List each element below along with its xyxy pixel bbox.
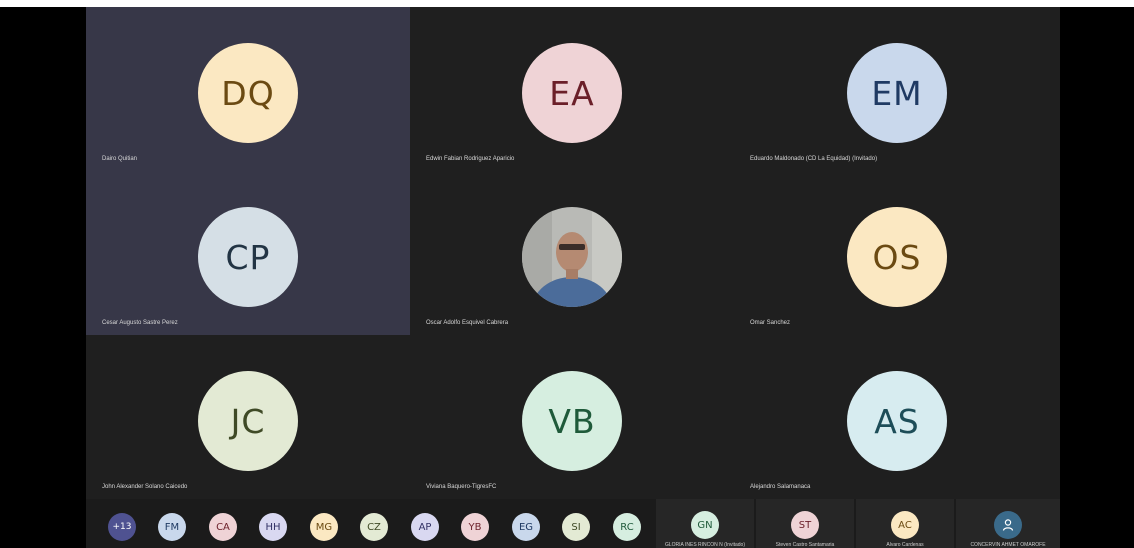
- participant-chip[interactable]: FM: [158, 513, 186, 541]
- participant-tile[interactable]: DQ Dairo Quitian: [86, 7, 410, 171]
- participant-tile[interactable]: EA Edwin Fabian Rodriguez Aparicio: [410, 7, 734, 171]
- avatar: DQ: [198, 43, 298, 143]
- participant-name: John Alexander Solano Caicedo: [102, 484, 188, 490]
- participant-name: Edwin Fabian Rodriguez Aparicio: [426, 156, 515, 162]
- avatar: EM: [847, 43, 947, 143]
- participant-name: Alejandro Salamanaca: [750, 484, 811, 490]
- avatar: OS: [847, 207, 947, 307]
- participant-name: Viviana Baquero-TigresFC: [426, 484, 497, 490]
- meeting-stage: DQ Dairo Quitian EA Edwin Fabian Rodrigu…: [0, 7, 1134, 548]
- mini-participant-tile[interactable]: GN GLORIA INES RINCON N (Invitado): [656, 499, 754, 548]
- avatar: AC: [891, 511, 919, 539]
- participant-name: CONCERVIN AHMET OMAROFE: [970, 542, 1046, 548]
- participant-tile[interactable]: VB Viviana Baquero-TigresFC: [410, 335, 734, 499]
- participant-name: Dairo Quitian: [102, 156, 138, 162]
- mini-participant-tile[interactable]: ST Steven Castro Santamaria: [756, 499, 854, 548]
- participant-chip[interactable]: HH: [259, 513, 287, 541]
- avatar: [994, 511, 1022, 539]
- participant-name: Oscar Adolfo Esquivel Cabrera: [426, 320, 509, 326]
- avatar: GN: [691, 511, 719, 539]
- avatar: JC: [198, 371, 298, 471]
- mini-participant-tile[interactable]: CONCERVIN AHMET OMAROFE: [956, 499, 1060, 548]
- participant-name: Eduardo Maldonado (CD La Equidad) (Invit…: [750, 156, 878, 162]
- participant-name: Omar Sanchez: [750, 320, 791, 326]
- avatar: VB: [522, 371, 622, 471]
- participant-tile[interactable]: AS Alejandro Salamanaca: [734, 335, 1060, 499]
- overflow-participants-button[interactable]: +13: [108, 513, 136, 541]
- avatar: ST: [791, 511, 819, 539]
- participant-chip[interactable]: MG: [310, 513, 338, 541]
- person-icon: [1002, 519, 1014, 531]
- participant-name: Alvaro Cardenas: [886, 542, 924, 548]
- participant-chip[interactable]: AP: [411, 513, 439, 541]
- participant-chip[interactable]: EG: [512, 513, 540, 541]
- participant-chip[interactable]: RC: [613, 513, 641, 541]
- participant-name: GLORIA INES RINCON N (Invitado): [664, 542, 746, 548]
- participant-name: Steven Castro Santamaria: [775, 542, 835, 548]
- participant-tile[interactable]: JC John Alexander Solano Caicedo: [86, 335, 410, 499]
- participant-photo: [522, 207, 622, 307]
- participant-chip[interactable]: CA: [209, 513, 237, 541]
- participant-tile[interactable]: CP Cesar Augusto Sastre Perez: [86, 171, 410, 335]
- avatar: CP: [198, 207, 298, 307]
- participant-chip[interactable]: SI: [562, 513, 590, 541]
- participant-name: Cesar Augusto Sastre Perez: [102, 320, 178, 326]
- participant-tray: +13 FM CA HH MG CZ AP YB EG SI RC GN GLO…: [86, 499, 1060, 548]
- participant-chip[interactable]: YB: [461, 513, 489, 541]
- participant-tile[interactable]: EM Eduardo Maldonado (CD La Equidad) (In…: [734, 7, 1060, 171]
- participant-tile[interactable]: OS Omar Sanchez: [734, 171, 1060, 335]
- participant-grid: DQ Dairo Quitian EA Edwin Fabian Rodrigu…: [86, 7, 1060, 499]
- participant-chip[interactable]: CZ: [360, 513, 388, 541]
- avatar: AS: [847, 371, 947, 471]
- video-avatar: [522, 207, 622, 307]
- mini-participant-tile[interactable]: AC Alvaro Cardenas: [856, 499, 954, 548]
- avatar: EA: [522, 43, 622, 143]
- participant-tile[interactable]: Oscar Adolfo Esquivel Cabrera: [410, 171, 734, 335]
